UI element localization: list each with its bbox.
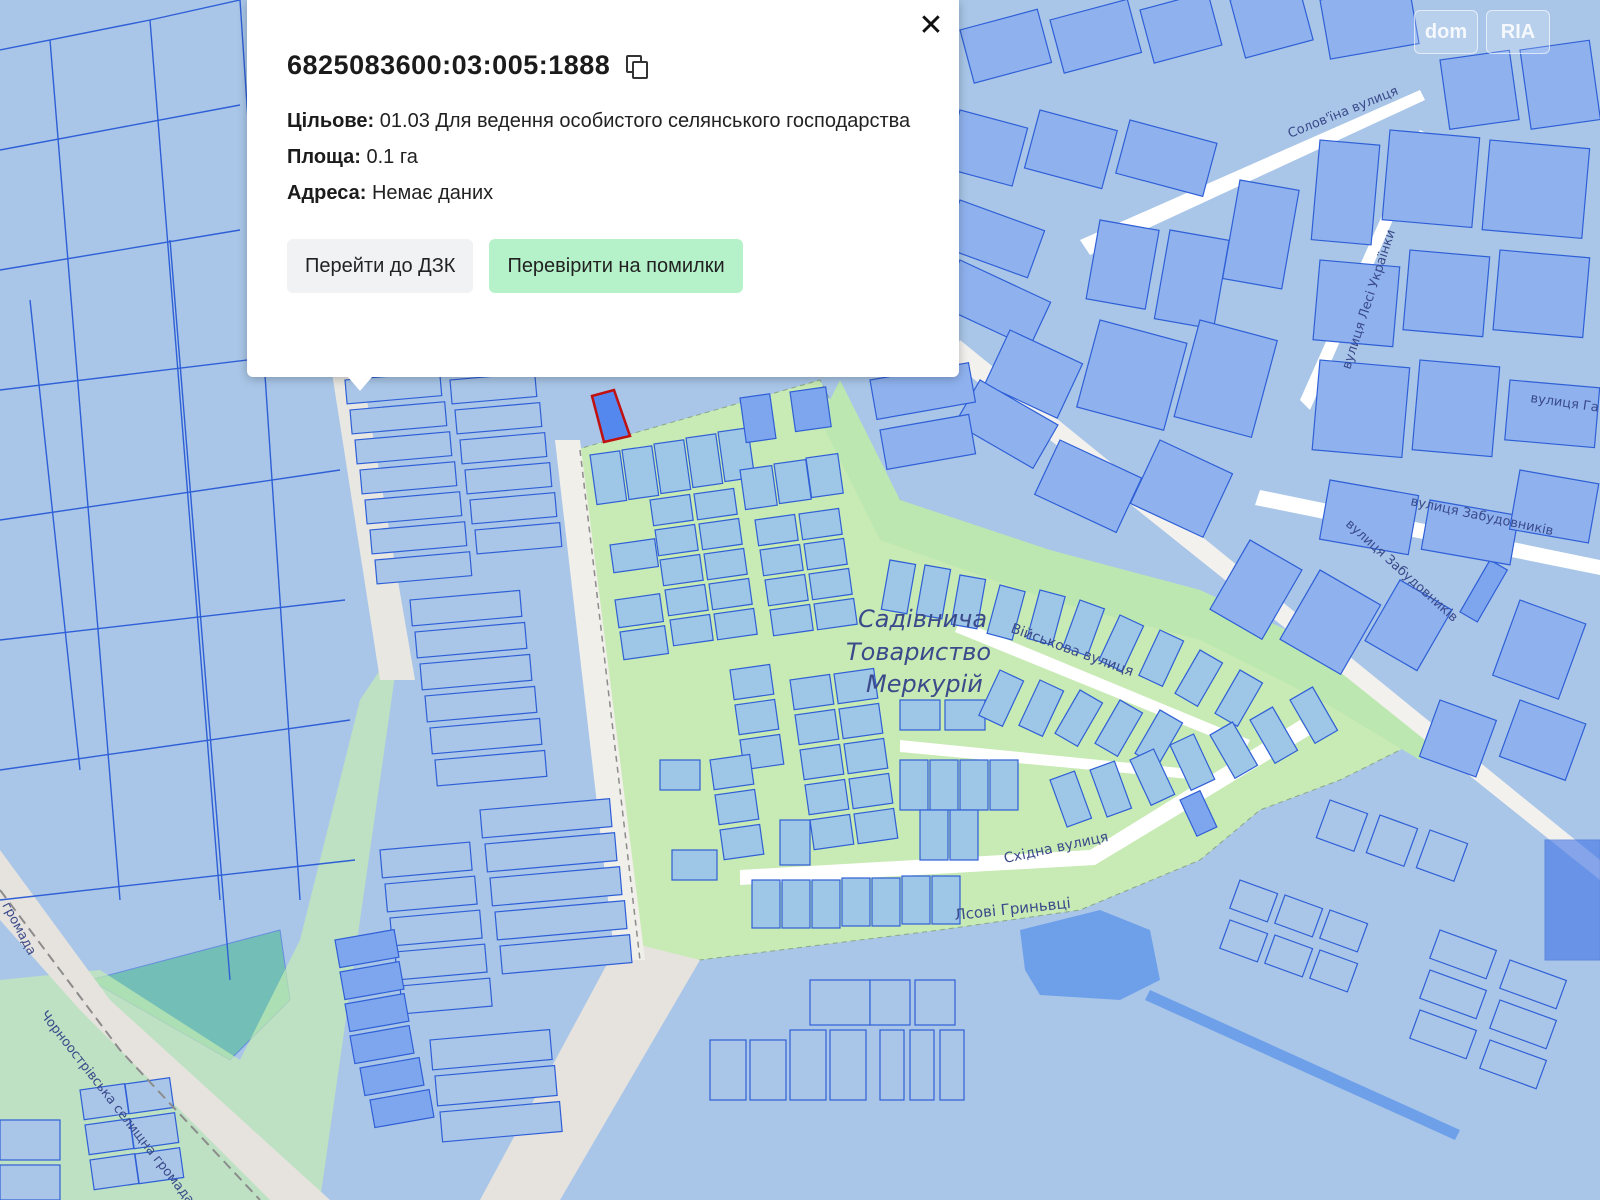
- area-row: Площа: 0.1 га: [287, 139, 919, 175]
- label-garden-line2: Товариство: [846, 638, 991, 666]
- watermark-ria: RIA: [1486, 10, 1550, 54]
- cadastral-number: 6825083600:03:005:1888: [287, 50, 611, 80]
- purpose-label: Цільове:: [287, 110, 375, 132]
- address-label: Адреса:: [287, 182, 367, 204]
- copy-icon[interactable]: [626, 54, 649, 79]
- parcel-info-popup: ✕ 6825083600:03:005:1888 Цільове: 01.03 …: [247, 0, 959, 377]
- close-icon[interactable]: ✕: [913, 8, 949, 44]
- go-to-dzk-button[interactable]: Перейти до ДЗК: [287, 239, 474, 293]
- purpose-value: 01.03 Для ведення особистого селянського…: [379, 110, 911, 132]
- area-value: 0.1 га: [366, 146, 418, 168]
- parcel-dark-blue-right: [1544, 839, 1600, 961]
- label-garden-line3: Меркурій: [866, 670, 983, 698]
- address-value: Немає даних: [371, 182, 494, 204]
- popup-buttons: Перейти до ДЗК Перевірити на помилки: [287, 239, 919, 293]
- popup-title-row: 6825083600:03:005:1888: [287, 50, 919, 81]
- check-errors-button[interactable]: Перевірити на помилки: [489, 239, 743, 293]
- parcel-info: Цільове: 01.03 Для ведення особистого се…: [287, 103, 919, 211]
- area-label: Площа:: [287, 146, 361, 168]
- watermark-dom: dom: [1414, 10, 1478, 54]
- purpose-row: Цільове: 01.03 Для ведення особистого се…: [287, 103, 919, 139]
- label-garden-line1: Садівнича: [858, 605, 987, 633]
- popup-pointer: [348, 377, 372, 391]
- address-row: Адреса: Немає даних: [287, 175, 919, 211]
